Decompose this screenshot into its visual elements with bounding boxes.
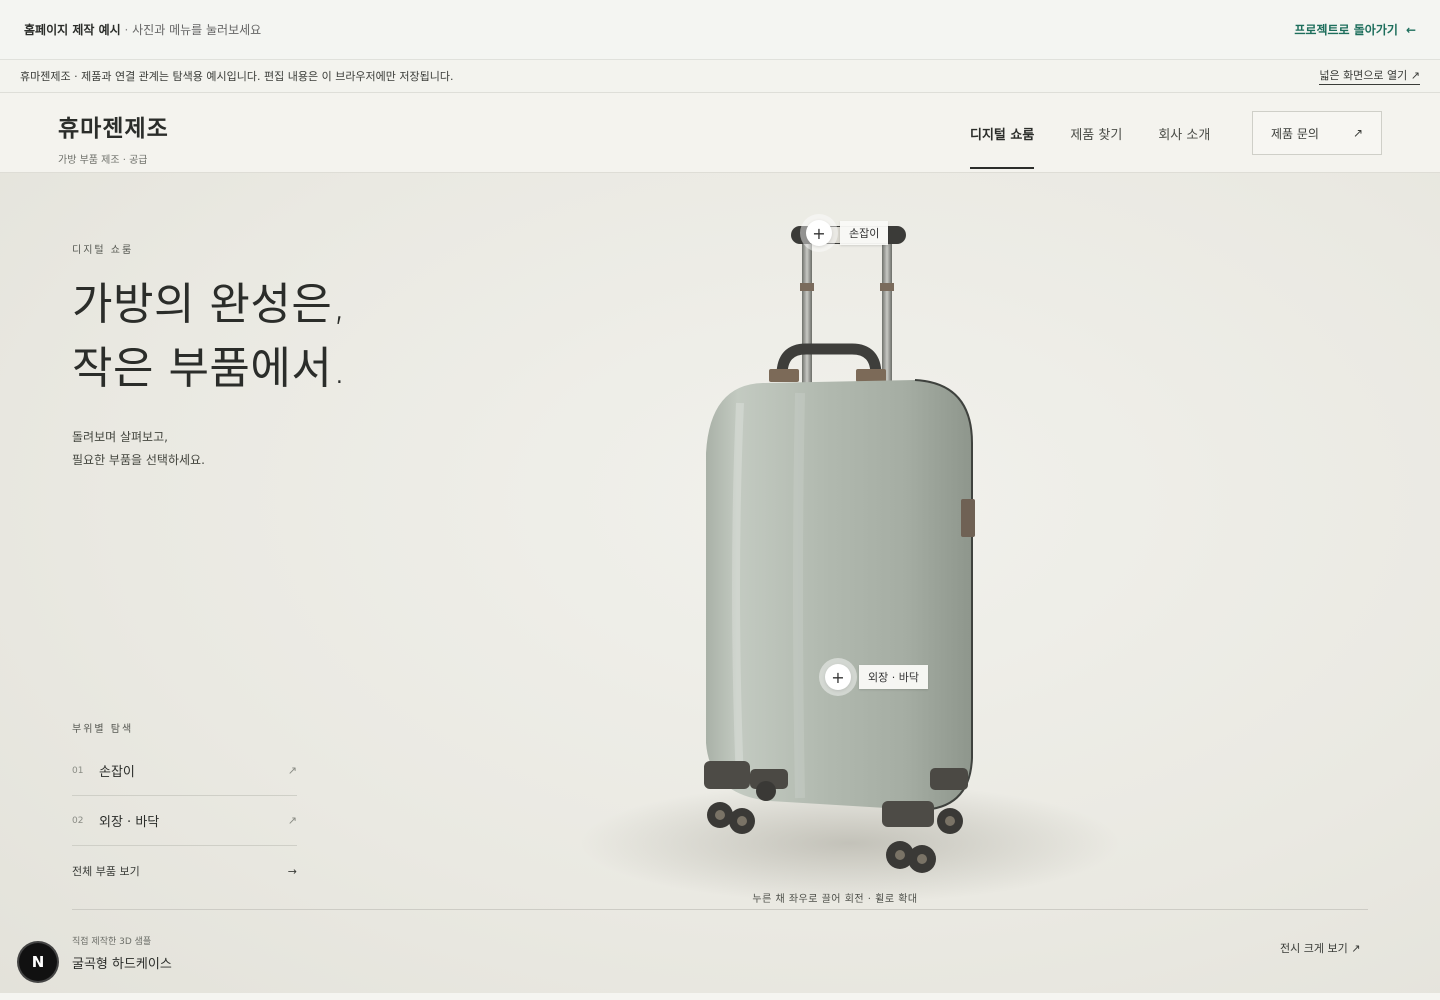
parts-nav-label: 부위별 탐색 bbox=[72, 724, 134, 735]
site-header: 휴마젠제조 가방 부품 제조 · 공급 디지털 쇼룸 제품 찾기 회사 소개 제… bbox=[0, 93, 1440, 173]
hotspot-label: 외장 · 바닥 bbox=[859, 665, 928, 689]
part-label: 외장 · 바닥 bbox=[99, 815, 160, 830]
plus-icon: + bbox=[825, 664, 851, 690]
nav-digital-showroom[interactable]: 디지털 쇼룸 bbox=[970, 93, 1035, 173]
demo-title: 홈페이지 제작 예시 bbox=[24, 23, 121, 37]
part-number: 01 bbox=[72, 765, 84, 776]
part-item-shell-base[interactable]: 02 외장 · 바닥 ↗ bbox=[72, 796, 297, 846]
desc-line-1: 돌려보며 살펴보고, bbox=[72, 430, 168, 444]
back-to-project-label: 프로젝트로 돌아가기 bbox=[1294, 23, 1398, 37]
part-item-handle[interactable]: 01 손잡이 ↗ bbox=[72, 746, 297, 796]
divider bbox=[72, 909, 1368, 910]
rotate-hint: 누른 채 좌우로 끌어 회전 · 휠로 확대 bbox=[752, 894, 918, 905]
parts-list: 01 손잡이 ↗ 02 외장 · 바닥 ↗ 전체 부품 보기 → bbox=[72, 746, 297, 896]
demo-hint: 사진과 메뉴를 눌러보세요 bbox=[132, 23, 262, 37]
view-all-parts-link[interactable]: 전체 부품 보기 → bbox=[72, 846, 297, 896]
arrow-up-right-icon: ↗ bbox=[287, 764, 297, 777]
notice-text: 휴마젠제조 · 제품과 연결 관계는 탐색용 예시입니다. 편집 내용은 이 브… bbox=[20, 70, 454, 83]
plus-icon: + bbox=[806, 220, 832, 246]
nav-find-products[interactable]: 제품 찾기 bbox=[1070, 93, 1122, 173]
brand-tagline: 가방 부품 제조 · 공급 bbox=[58, 155, 148, 166]
contact-label: 제품 문의 bbox=[1271, 126, 1319, 141]
hero-headline: 가방의 완성은, 작은 부품에서. bbox=[72, 273, 347, 401]
hero-eyebrow: 디지털 쇼룸 bbox=[72, 245, 134, 256]
main-nav: 디지털 쇼룸 제품 찾기 회사 소개 bbox=[970, 93, 1210, 173]
part-number: 02 bbox=[72, 815, 84, 826]
external-link-icon: ↗ bbox=[1352, 126, 1363, 140]
contact-button[interactable]: 제품 문의 ↗ bbox=[1252, 111, 1382, 155]
hotspot-label: 손잡이 bbox=[840, 221, 889, 245]
hero-description: 돌려보며 살펴보고, 필요한 부품을 선택하세요. bbox=[72, 426, 205, 472]
notice-bar: 휴마젠제조 · 제품과 연결 관계는 탐색용 예시입니다. 편집 내용은 이 브… bbox=[0, 60, 1440, 93]
hero-section: 디지털 쇼룸 가방의 완성은, 작은 부품에서. 돌려보며 살펴보고, 필요한 … bbox=[0, 173, 1440, 993]
brand[interactable]: 휴마젠제조 가방 부품 제조 · 공급 bbox=[58, 109, 169, 166]
n-logo-badge[interactable]: N bbox=[19, 943, 57, 981]
view-exhibit-large-link[interactable]: 전시 크게 보기 ↗ bbox=[1280, 940, 1360, 956]
desc-line-2: 필요한 부품을 선택하세요. bbox=[72, 453, 205, 467]
hotspot-shell-base[interactable]: + 외장 · 바닥 bbox=[825, 664, 928, 690]
footer-strip bbox=[0, 993, 1440, 1000]
view-all-parts-label: 전체 부품 보기 bbox=[72, 865, 140, 878]
hotspot-handle[interactable]: + 손잡이 bbox=[806, 220, 889, 246]
caption-separator: · bbox=[120, 23, 133, 37]
open-wide-link[interactable]: 넓은 화면으로 열기 ↗ bbox=[1319, 67, 1420, 85]
sample-name: 굴곡형 하드케이스 bbox=[72, 957, 172, 972]
headline-line-1: 가방의 완성은, bbox=[72, 279, 347, 330]
arrow-left-icon: ← bbox=[1405, 22, 1416, 37]
sample-caption: 직접 제작한 3D 샘플 bbox=[72, 937, 152, 947]
demo-caption: 홈페이지 제작 예시 · 사진과 메뉴를 눌러보세요 bbox=[24, 21, 261, 38]
back-to-project-link[interactable]: 프로젝트로 돌아가기 ← bbox=[1294, 21, 1416, 38]
top-bar: 홈페이지 제작 예시 · 사진과 메뉴를 눌러보세요 프로젝트로 돌아가기 ← bbox=[0, 0, 1440, 60]
brand-name: 휴마젠제조 bbox=[58, 116, 169, 142]
part-label: 손잡이 bbox=[99, 765, 135, 780]
arrow-right-icon: → bbox=[287, 864, 297, 878]
suitcase-model-image bbox=[580, 226, 1120, 903]
nav-about[interactable]: 회사 소개 bbox=[1158, 93, 1210, 173]
arrow-up-right-icon: ↗ bbox=[287, 814, 297, 827]
headline-line-2: 작은 부품에서. bbox=[72, 343, 347, 394]
3d-viewer[interactable]: + 손잡이 + 외장 · 바닥 bbox=[560, 203, 1120, 923]
